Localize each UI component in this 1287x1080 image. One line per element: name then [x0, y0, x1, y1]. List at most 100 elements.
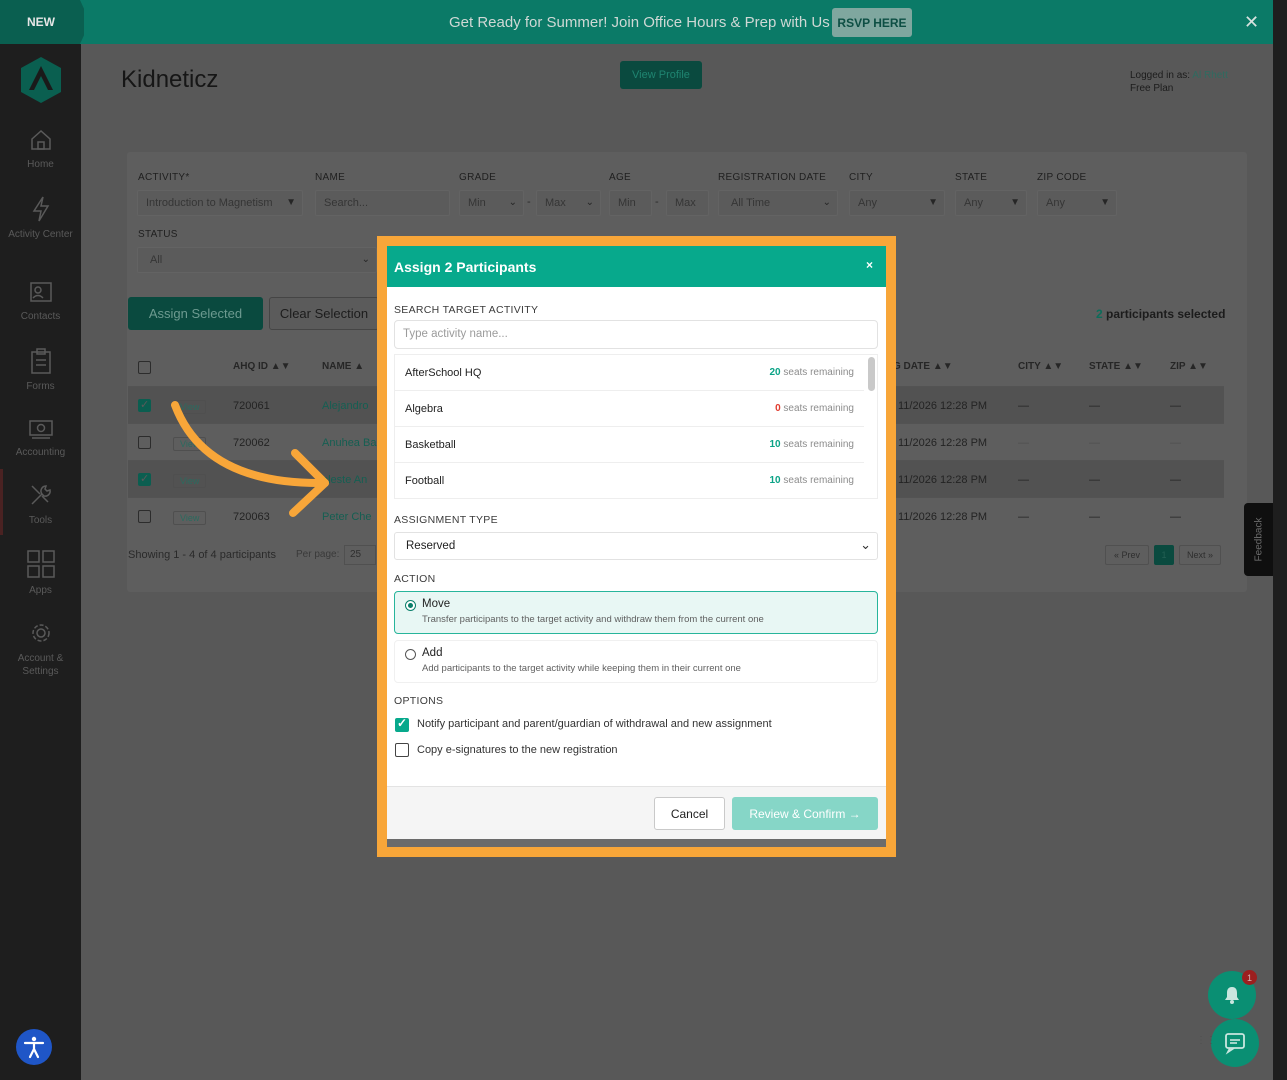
clear-selection-button[interactable]: Clear Selection [269, 297, 379, 330]
state-value: Any [964, 197, 983, 209]
sidebar-item-apps[interactable]: Apps [0, 550, 81, 597]
column-header-city[interactable]: CITY ▲▼ [1018, 361, 1063, 372]
notify-checkbox[interactable] [395, 716, 409, 732]
banner-close-icon[interactable]: ✕ [1244, 12, 1259, 33]
assignment-type-select[interactable]: Reserved ⌄ [394, 532, 878, 560]
row-checkbox[interactable] [138, 510, 151, 523]
gear-icon [31, 624, 50, 642]
next-page-button[interactable]: Next » [1179, 545, 1221, 565]
modal-title: Assign 2 Participants [394, 258, 537, 275]
sidebar-item-account-settings[interactable]: Account & Settings [0, 620, 81, 678]
column-header-registration-date[interactable]: G DATE ▲▼ [893, 361, 953, 372]
sidebar-item-label: Account & Settings [17, 653, 64, 677]
selected-count: 2 participants selected [1096, 307, 1225, 321]
chat-icon [1225, 1033, 1245, 1055]
view-profile-button[interactable]: View Profile [620, 61, 702, 89]
modal-footer: Cancel Review & Confirm → [387, 786, 886, 839]
activity-select[interactable]: Introduction to Magnetism ▼ [137, 190, 303, 216]
sidebar-item-tools[interactable]: Tools [0, 482, 81, 527]
page-1-button[interactable]: 1 [1154, 545, 1174, 565]
sidebar-item-activity-center[interactable]: Activity Center [0, 196, 81, 241]
selected-count-number: 2 [1096, 307, 1103, 321]
column-header-ahq-id[interactable]: AHQ ID ▲▼ [233, 361, 291, 372]
grade-max-select[interactable]: Max ⌄ [536, 190, 601, 216]
app-logo-icon[interactable] [20, 56, 62, 104]
action-move-option[interactable]: Move Transfer participants to the target… [394, 591, 878, 634]
registration-date-select[interactable]: All Time ⌄ [718, 190, 838, 216]
status-label: STATUS [138, 229, 178, 240]
sidebar-item-forms[interactable]: Forms [0, 348, 81, 393]
zip-cell: — [1170, 511, 1181, 523]
add-radio[interactable] [405, 649, 416, 660]
list-item[interactable]: Football 10 seats remaining [395, 463, 864, 498]
sidebar-item-accounting[interactable]: Accounting [0, 418, 81, 459]
activity-search-input[interactable]: Type activity name... [394, 320, 878, 349]
assign-selected-button[interactable]: Assign Selected [128, 297, 263, 330]
list-item[interactable]: Basketball 10 seats remaining [395, 427, 864, 463]
assignment-type-value: Reserved [406, 540, 456, 552]
range-dash: - [655, 196, 659, 208]
per-page-select[interactable]: 25 [344, 545, 376, 565]
status-select[interactable]: All ⌄ [137, 247, 377, 273]
zip-cell: — [1170, 474, 1181, 486]
column-header-name[interactable]: NAME ▲ [322, 361, 364, 372]
review-confirm-button[interactable]: Review & Confirm → [732, 797, 878, 830]
list-item[interactable]: Algebra 0 seats remaining [395, 391, 864, 427]
plan-label: Free Plan [1130, 83, 1174, 94]
list-item[interactable]: AfterSchool HQ 20 seats remaining [395, 355, 864, 391]
select-all-checkbox[interactable] [138, 361, 151, 374]
modal-close-icon[interactable]: × [866, 258, 873, 272]
age-max-value: Max [675, 197, 696, 209]
sidebar-item-label: Apps [29, 585, 52, 596]
row-checkbox[interactable] [138, 436, 151, 449]
copy-esignatures-checkbox[interactable] [395, 743, 409, 757]
prev-page-button[interactable]: « Prev [1105, 545, 1149, 565]
activity-list-scrollbar[interactable] [868, 357, 875, 391]
city-cell: — [1018, 511, 1029, 523]
column-header-state[interactable]: STATE ▲▼ [1089, 361, 1143, 372]
cancel-button[interactable]: Cancel [654, 797, 725, 830]
sidebar-item-label: Forms [26, 381, 55, 392]
city-value: Any [858, 197, 877, 209]
row-checkbox[interactable] [138, 472, 151, 486]
zip-code-select[interactable]: Any ▼ [1037, 190, 1117, 216]
chat-button[interactable] [1211, 1019, 1259, 1067]
row-checkbox[interactable] [138, 398, 151, 412]
bell-icon [1225, 987, 1239, 1004]
sidebar-item-contacts[interactable]: Contacts [0, 280, 81, 323]
move-description: Transfer participants to the target acti… [422, 614, 764, 625]
state-cell: — [1089, 511, 1100, 523]
sidebar-item-label: Contacts [20, 311, 61, 322]
modal-header: Assign 2 Participants × [387, 246, 886, 287]
user-link[interactable]: Al Rhett [1192, 70, 1228, 81]
city-label: CITY [849, 172, 873, 183]
chevron-down-icon: ▼ [286, 197, 296, 208]
move-radio[interactable] [405, 600, 416, 611]
zip-cell: — [1170, 400, 1181, 412]
age-max-input[interactable]: Max [666, 190, 709, 216]
chevron-down-icon: ⌄ [508, 197, 517, 208]
city-select[interactable]: Any ▼ [849, 190, 945, 216]
feedback-tab[interactable]: Feedback [1244, 503, 1273, 576]
state-select[interactable]: Any ▼ [955, 190, 1027, 216]
sidebar-item-home[interactable]: Home [0, 128, 81, 171]
grade-max-value: Max [545, 197, 566, 209]
activity-list[interactable]: AfterSchool HQ 20 seats remaining Algebr… [394, 354, 878, 499]
drag-handle-icon[interactable]: ⋮⋮ [1196, 1036, 1216, 1046]
grade-min-select[interactable]: Min ⌄ [459, 190, 524, 216]
name-search-input[interactable]: Search... [315, 190, 450, 216]
column-header-zip[interactable]: ZIP ▲▼ [1170, 361, 1208, 372]
registration-date-cell: 11/2026 12:28 PM [898, 474, 988, 486]
registration-date-value: All Time [731, 197, 771, 209]
add-title: Add [422, 647, 443, 659]
age-min-input[interactable]: Min [609, 190, 652, 216]
action-add-option[interactable]: Add Add participants to the target activ… [394, 640, 878, 683]
city-cell: — [1018, 437, 1029, 449]
rsvp-button[interactable]: RSVP HERE [832, 8, 912, 37]
registration-date-cell: 11/2026 12:28 PM [898, 511, 988, 523]
status-value: All [150, 254, 163, 266]
showing-count: Showing 1 - 4 of 4 participants [128, 549, 276, 561]
new-badge: NEW [0, 0, 84, 44]
feedback-label: Feedback [1253, 517, 1265, 562]
accessibility-button[interactable] [16, 1029, 52, 1065]
